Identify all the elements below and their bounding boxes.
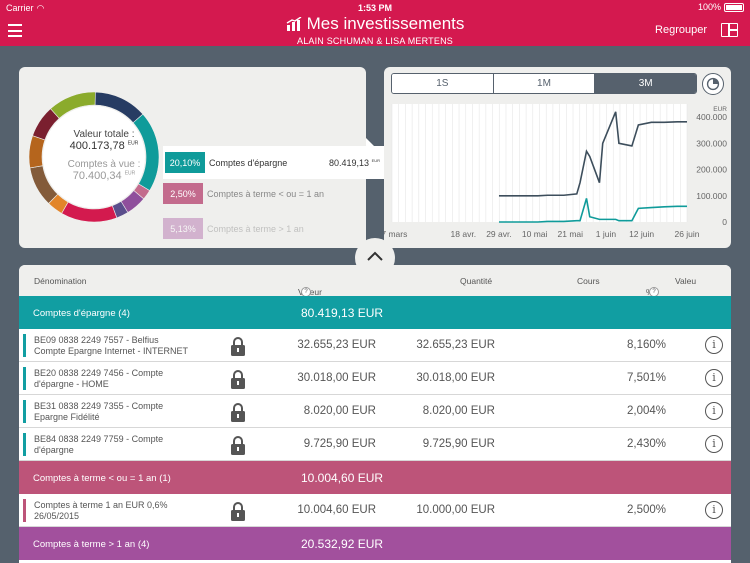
- col-header-value[interactable]: Valeu: [675, 276, 696, 286]
- legend-item-term-short[interactable]: 2,50% Comptes à terme < ou = 1 an: [163, 183, 324, 204]
- x-tick-label: 21 mai: [558, 229, 584, 239]
- group-total: 10.004,60 EUR: [301, 471, 384, 485]
- y-axis-unit-label: EUR: [713, 106, 727, 113]
- x-tick-label: 10 mai: [522, 229, 548, 239]
- evolution-chart-card: 27 mars 18 avr. 29 avr. 10 mai 21 mai 1 juin 1…: [384, 67, 731, 248]
- group-row-term-long[interactable]: Comptes à terme > 1 an (4) 20.532,92 EUR: [19, 527, 731, 560]
- info-icon[interactable]: i: [705, 369, 723, 387]
- x-tick-label: 26 juin: [674, 229, 699, 239]
- row-quantity: 10.000,00 EUR: [416, 504, 495, 516]
- regroup-button[interactable]: Regrouper: [655, 24, 707, 36]
- donut-center-text: Valeur totale : 400.173,78 EUR Comptes à…: [44, 129, 164, 182]
- growth-chart-icon: [286, 17, 301, 31]
- group-name: Comptes d'épargne (4): [33, 308, 130, 319]
- period-tab-1s[interactable]: 1S: [392, 74, 493, 93]
- x-tick-label: 1 juin: [596, 229, 617, 239]
- row-pct: 2,004%: [626, 405, 666, 417]
- row-color-bar: [23, 367, 26, 390]
- y-tick-label: 300.000: [696, 138, 727, 148]
- total-value-label: Valeur totale :: [73, 129, 135, 140]
- legend-label: Comptes d'épargne: [209, 157, 288, 168]
- row-quantity: 9.725,90 EUR: [422, 438, 495, 450]
- info-icon[interactable]: i: [705, 402, 723, 420]
- status-time: 1:53 PM: [357, 3, 392, 13]
- legend-pct-badge: 20,10%: [165, 152, 205, 173]
- donut-segment[interactable]: [29, 135, 46, 169]
- legend-pct-badge: 2,50%: [163, 183, 203, 204]
- group-name: Comptes à terme > 1 an (4): [33, 539, 150, 550]
- portfolio-summary-card: Valeur totale : 400.173,78 EUR Comptes à…: [19, 67, 388, 248]
- row-indicative-value: 8.020,00 EUR: [303, 405, 376, 417]
- row-quantity: 30.018,00 EUR: [416, 372, 495, 384]
- table-row[interactable]: Comptes à terme 1 an EUR 0,6% 26/05/2015 …: [19, 494, 731, 527]
- x-tick-label: 29 avr.: [486, 229, 512, 239]
- x-tick-label: 18 avr.: [451, 229, 477, 239]
- layout-grid-icon[interactable]: [721, 23, 738, 37]
- legend-value: 80.419,13 EUR: [329, 157, 381, 168]
- y-tick-label: 0: [722, 217, 727, 227]
- evolution-line-chart: 27 mars 18 avr. 29 avr. 10 mai 21 mai 1 juin 1…: [384, 104, 727, 239]
- pie-chart-icon[interactable]: [702, 73, 724, 95]
- row-pct: 8,160%: [626, 339, 666, 351]
- info-icon[interactable]: i: [705, 336, 723, 354]
- table-header: Dénomination Valeur indicative? Quantité…: [19, 265, 731, 307]
- row-color-bar: [23, 433, 26, 456]
- col-header-quantity[interactable]: Quantité: [460, 276, 492, 286]
- legend-pct-badge: 5,13%: [163, 218, 203, 239]
- legend-item-savings[interactable]: 20,10% Comptes d'épargne 80.419,13 EUR: [163, 146, 388, 179]
- group-row-savings[interactable]: Comptes d'épargne (4) 80.419,13 EUR: [19, 296, 731, 329]
- row-pct: 2,500%: [626, 504, 666, 516]
- row-name: BE84 0838 2249 7759 - Compte d'épargne: [34, 434, 164, 455]
- group-total: 80.419,13 EUR: [301, 306, 384, 320]
- battery-icon: [724, 2, 744, 12]
- row-color-bar: [23, 499, 26, 522]
- legend-label: Comptes à terme > 1 an: [207, 223, 304, 234]
- row-indicative-value: 9.725,90 EUR: [303, 438, 376, 450]
- row-indicative-value: 32.655,23 EUR: [297, 339, 376, 351]
- row-indicative-value: 10.004,60 EUR: [297, 504, 376, 516]
- page-subtitle: ALAIN SCHUMAN & LISA MERTENS: [297, 36, 453, 46]
- row-quantity: 8.020,00 EUR: [422, 405, 495, 417]
- row-pct: 7,501%: [626, 372, 666, 384]
- sight-accounts-label: Comptes à vue :: [67, 159, 141, 170]
- group-total: 20.532,92 EUR: [301, 537, 384, 551]
- app-header: Mes investissements ALAIN SCHUMAN & LISA…: [0, 14, 750, 47]
- row-name: Comptes à terme 1 an EUR 0,6% 26/05/2015: [34, 500, 168, 521]
- legend-item-term-long[interactable]: 5,13% Comptes à terme > 1 an: [163, 218, 304, 239]
- legend-label: Comptes à terme < ou = 1 an: [207, 188, 325, 199]
- period-selector: 1S 1M 3M: [391, 73, 697, 94]
- table-row[interactable]: BE31 0838 2249 7355 - Compte Epargne Fidé…: [19, 395, 731, 428]
- col-header-name[interactable]: Dénomination: [34, 276, 86, 286]
- col-header-price[interactable]: Cours: [577, 276, 600, 286]
- y-tick-label: 200.000: [696, 165, 727, 175]
- table-row[interactable]: BE09 0838 2249 7557 - Belfius Compte Epar…: [19, 329, 731, 362]
- period-tab-3m[interactable]: 3M: [594, 74, 696, 93]
- header-title-block: Mes investissements ALAIN SCHUMAN & LISA…: [0, 14, 750, 47]
- x-tick-label: 12 juin: [629, 229, 654, 239]
- sight-accounts-value: 70.400,34 EUR: [72, 170, 136, 182]
- battery-indicator: 100%: [698, 2, 744, 12]
- row-name: BE31 0838 2249 7355 - Compte Epargne Fidé…: [34, 401, 164, 422]
- row-indicative-value: 30.018,00 EUR: [297, 372, 376, 384]
- row-color-bar: [23, 400, 26, 423]
- page-title: Mes investissements: [306, 14, 465, 33]
- table-row[interactable]: BE84 0838 2249 7759 - Compte d'épargne 9.…: [19, 428, 731, 461]
- row-name: BE09 0838 2249 7557 - Belfius Compte Epar…: [34, 335, 189, 356]
- table-row[interactable]: BE20 0838 2249 7456 - Compte d'épargne - …: [19, 362, 731, 395]
- callout-pointer: [366, 138, 376, 158]
- group-name: Comptes à terme < ou = 1 an (1): [33, 473, 171, 484]
- y-tick-label: 100.000: [696, 191, 727, 201]
- y-tick-label: 400.000: [696, 112, 727, 122]
- info-icon[interactable]: i: [705, 501, 723, 519]
- period-tab-1m[interactable]: 1M: [492, 74, 595, 93]
- row-pct: 2,430%: [626, 438, 666, 450]
- row-name: BE20 0838 2249 7456 - Compte d'épargne - …: [34, 368, 164, 389]
- info-icon[interactable]: i: [705, 435, 723, 453]
- row-quantity: 32.655,23 EUR: [416, 339, 495, 351]
- holdings-table: Dénomination Valeur indicative? Quantité…: [19, 265, 731, 563]
- total-value: 400.173,78 EUR: [69, 140, 139, 152]
- group-row-term-short[interactable]: Comptes à terme < ou = 1 an (1) 10.004,6…: [19, 461, 731, 494]
- x-tick-label: 27 mars: [384, 229, 407, 239]
- row-color-bar: [23, 334, 26, 357]
